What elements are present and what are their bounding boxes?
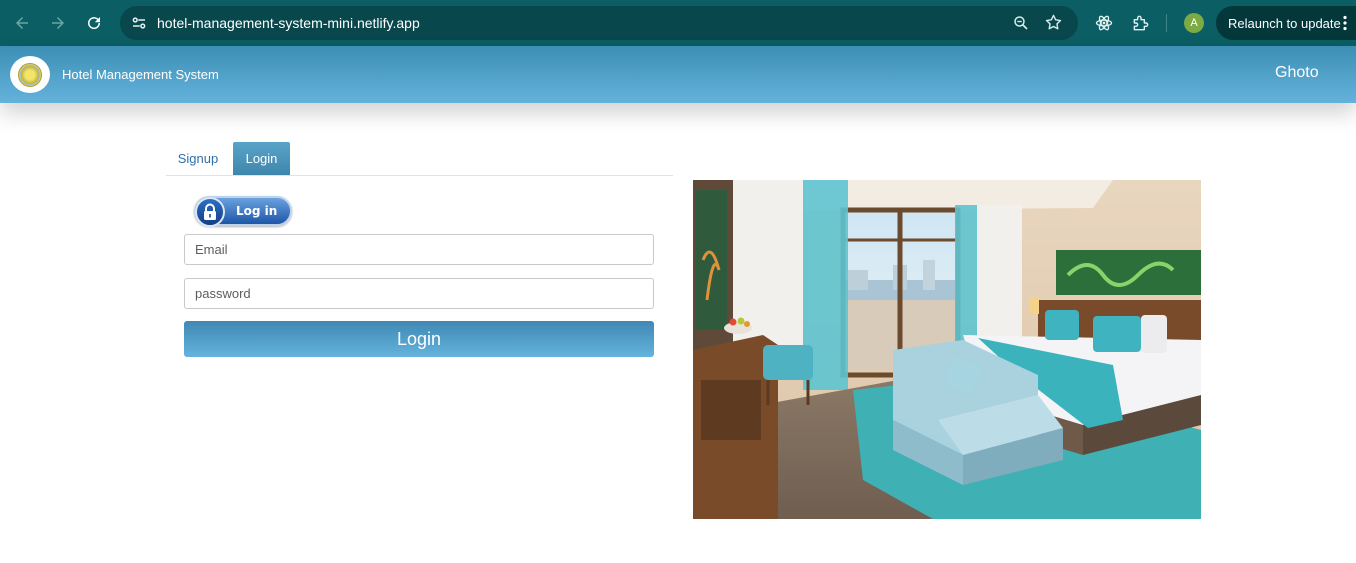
more-dots-icon[interactable]	[1342, 15, 1348, 31]
address-bar[interactable]: hotel-management-system-mini.netlify.app	[120, 6, 1078, 40]
user-name[interactable]: Ghoto	[1275, 64, 1319, 82]
profile-avatar[interactable]: A	[1184, 13, 1204, 33]
extension-atom-icon[interactable]	[1094, 13, 1114, 33]
hotel-room-image	[693, 180, 1201, 519]
extensions-puzzle-icon[interactable]	[1131, 13, 1151, 33]
url-text[interactable]: hotel-management-system-mini.netlify.app	[157, 15, 420, 31]
login-badge: Log in	[194, 196, 292, 227]
hotel-logo-icon[interactable]	[10, 56, 50, 93]
login-badge-text: Log in	[236, 204, 278, 218]
forward-icon[interactable]	[46, 11, 70, 35]
bookmark-star-icon[interactable]	[1044, 13, 1063, 32]
tab-login[interactable]: Login	[233, 142, 290, 175]
relaunch-label: Relaunch to update	[1228, 15, 1341, 31]
app-title[interactable]: Hotel Management System	[62, 67, 219, 82]
relaunch-button[interactable]: Relaunch to update	[1216, 6, 1356, 40]
email-field[interactable]	[184, 234, 654, 265]
auth-tabs: Signup Login	[166, 141, 673, 176]
password-field[interactable]	[184, 278, 654, 309]
app-header: Hotel Management System Ghoto	[0, 46, 1356, 103]
zoom-icon[interactable]	[1012, 14, 1030, 32]
reload-icon[interactable]	[82, 11, 106, 35]
toolbar-separator	[1166, 14, 1167, 32]
lock-icon	[195, 197, 225, 227]
browser-toolbar: hotel-management-system-mini.netlify.app…	[0, 0, 1356, 46]
site-info-icon[interactable]	[130, 14, 148, 32]
tab-signup[interactable]: Signup	[170, 142, 226, 175]
login-button[interactable]: Login	[184, 321, 654, 357]
back-icon[interactable]	[10, 11, 34, 35]
